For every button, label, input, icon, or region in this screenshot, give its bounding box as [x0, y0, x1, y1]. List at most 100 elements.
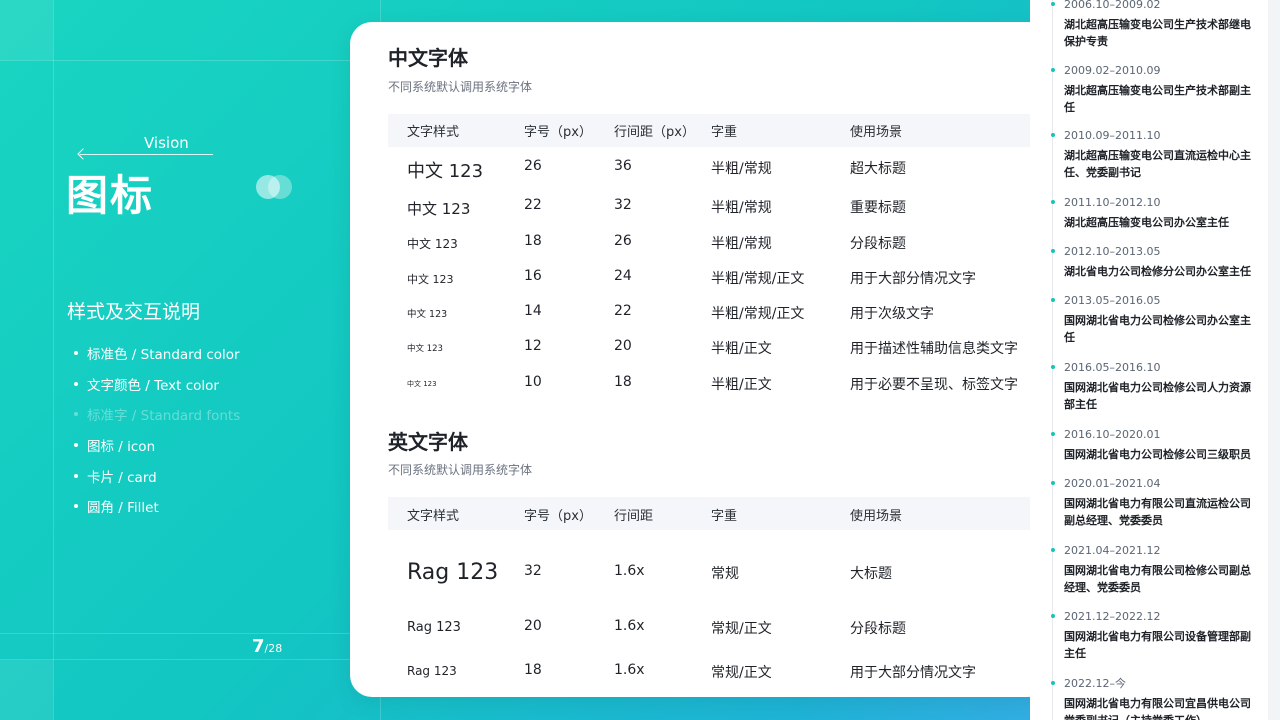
decor-block — [0, 660, 53, 720]
en-table-header: 文字样式 字号（px） 行间距 字重 使用场景 — [388, 497, 1050, 530]
timeline-date: 2016.10–2020.01 — [1064, 428, 1161, 441]
usage-scene: 重要标题 — [850, 200, 906, 216]
timeline-date: 2012.10–2013.05 — [1064, 245, 1161, 258]
vision-underline — [80, 154, 213, 155]
usage-scene: 大标题 — [850, 566, 892, 582]
col-header: 字号（px） — [524, 509, 592, 524]
timeline-position: 湖北超高压输变电公司生产技术部继电保护专责 — [1064, 18, 1251, 48]
font-sample: 中文 123 — [407, 199, 471, 218]
bullet-icon — [74, 443, 78, 448]
cn-table-header: 文字样式 字号（px） 行间距（px） 字重 使用场景 — [388, 114, 1050, 147]
timeline-position: 国网湖北省电力有限公司直流运检公司副总经理、党委委员 — [1064, 497, 1251, 527]
font-sample: 中文 123 — [407, 343, 443, 354]
usage-scene: 用于必要不呈现、标签文字 — [850, 377, 1018, 393]
timeline-dot-icon — [1051, 133, 1055, 137]
cn-font-subtitle: 不同系统默认调用系统字体 — [388, 80, 533, 94]
page-indicator: 7/28 — [252, 636, 282, 657]
font-weight-value: 半粗/常规 — [711, 200, 772, 216]
timeline-date: 2021.04–2021.12 — [1064, 544, 1161, 557]
font-sample: 中文 123 — [407, 161, 484, 182]
col-header: 行间距 — [614, 509, 654, 524]
timeline-position: 湖北超高压输变电公司直流运检中心主任、党委副书记 — [1064, 149, 1251, 179]
font-size-value: 14 — [524, 303, 542, 319]
timeline-item: 2011.10–2012.10 湖北超高压输变电公司办公室主任 — [1051, 196, 1254, 231]
line-height-value: 36 — [614, 158, 632, 174]
font-weight-value: 常规 — [711, 566, 739, 582]
col-header: 使用场景 — [850, 509, 903, 524]
font-weight-value: 半粗/常规 — [711, 236, 772, 252]
timeline-dot-icon — [1051, 432, 1055, 436]
timeline-date: 2013.05–2016.05 — [1064, 294, 1161, 307]
font-weight-value: 半粗/常规/正文 — [711, 306, 805, 322]
section-title: 样式及交互说明 — [67, 301, 201, 323]
nav-item-icon[interactable]: 图标 / icon — [74, 430, 240, 461]
col-header: 字号（px） — [524, 125, 592, 140]
timeline-position: 国网湖北省电力有限公司检修公司副总经理、党委委员 — [1064, 564, 1251, 594]
cn-font-title: 中文字体 — [388, 46, 468, 70]
timeline-dot-icon — [1051, 365, 1055, 369]
timeline-item: 2006.10–2009.02 湖北超高压输变电公司生产技术部继电保护专责 — [1051, 0, 1254, 50]
nav-item-fillet[interactable]: 圆角 / Fillet — [74, 491, 240, 522]
timeline-date: 2016.05–2016.10 — [1064, 361, 1161, 374]
nav-item-text-color[interactable]: 文字颜色 / Text color — [74, 369, 240, 400]
line-height-value: 32 — [614, 197, 632, 213]
font-size-value: 18 — [524, 233, 542, 249]
timeline-date: 2011.10–2012.10 — [1064, 196, 1161, 209]
line-height-value: 1.6x — [614, 618, 645, 634]
timeline-dot-icon — [1051, 614, 1055, 618]
usage-scene: 超大标题 — [850, 161, 906, 177]
timeline-item: 2010.09–2011.10 湖北超高压输变电公司直流运检中心主任、党委副书记 — [1051, 129, 1254, 181]
line-height-value: 26 — [614, 233, 632, 249]
line-height-value: 20 — [614, 338, 632, 354]
timeline-position: 国网湖北省电力有限公司设备管理部副主任 — [1064, 630, 1251, 660]
usage-scene: 用于大部分情况文字 — [850, 665, 976, 681]
font-weight-value: 半粗/正文 — [711, 341, 772, 357]
grid-line — [0, 633, 350, 634]
col-header: 文字样式 — [407, 125, 460, 140]
line-height-value: 22 — [614, 303, 632, 319]
font-size-value: 20 — [524, 618, 542, 634]
col-header: 字重 — [711, 509, 738, 524]
nav-item-standard-color[interactable]: 标准色 / Standard color — [74, 338, 240, 369]
line-height-value: 1.6x — [614, 662, 645, 678]
grid-line — [53, 0, 54, 720]
font-sample: Rag 123 — [407, 619, 461, 635]
font-spec-card: 中文字体 不同系统默认调用系统字体 文字样式 字号（px） 行间距（px） 字重… — [350, 22, 1050, 697]
bullet-icon — [74, 351, 78, 356]
timeline-date: 2020.01–2021.04 — [1064, 477, 1161, 490]
col-header: 行间距（px） — [614, 125, 695, 140]
timeline-dot-icon — [1051, 681, 1055, 685]
timeline-dot-icon — [1051, 298, 1055, 302]
overlap-circles-icon — [256, 175, 296, 201]
col-header: 使用场景 — [850, 125, 903, 140]
vision-label: Vision — [144, 134, 189, 152]
usage-scene: 分段标题 — [850, 236, 906, 252]
nav-item-standard-fonts[interactable]: 标准字 / Standard fonts — [74, 399, 240, 430]
usage-scene: 用于大部分情况文字 — [850, 271, 976, 287]
font-size-value: 22 — [524, 197, 542, 213]
bullet-icon — [74, 504, 78, 509]
timeline-position: 国网湖北省电力公司检修公司三级职员 — [1064, 448, 1251, 461]
bullet-icon — [74, 473, 78, 478]
usage-scene: 分段标题 — [850, 621, 906, 637]
line-height-value: 24 — [614, 268, 632, 284]
timeline-position: 湖北超高压输变电公司办公室主任 — [1064, 216, 1229, 229]
timeline-item: 2021.04–2021.12 国网湖北省电力有限公司检修公司副总经理、党委委员 — [1051, 544, 1254, 596]
font-weight-value: 半粗/常规/正文 — [711, 271, 805, 287]
font-size-value: 32 — [524, 563, 542, 579]
en-font-subtitle: 不同系统默认调用系统字体 — [388, 463, 533, 477]
timeline-date: 2009.02–2010.09 — [1064, 64, 1161, 77]
timeline-item: 2016.10–2020.01 国网湖北省电力公司检修公司三级职员 — [1051, 428, 1254, 463]
decor-block — [0, 0, 53, 60]
nav-item-card[interactable]: 卡片 / card — [74, 460, 240, 491]
bullet-icon — [74, 412, 78, 417]
timeline-item: 2009.02–2010.09 湖北超高压输变电公司生产技术部副主任 — [1051, 64, 1254, 116]
col-header: 字重 — [711, 125, 738, 140]
font-size-value: 18 — [524, 662, 542, 678]
col-header: 文字样式 — [407, 509, 460, 524]
font-size-value: 12 — [524, 338, 542, 354]
timeline-dot-icon — [1051, 249, 1055, 253]
font-size-value: 26 — [524, 158, 542, 174]
scrollbar[interactable] — [1268, 0, 1280, 720]
timeline-date: 2022.12–今 — [1064, 677, 1126, 690]
